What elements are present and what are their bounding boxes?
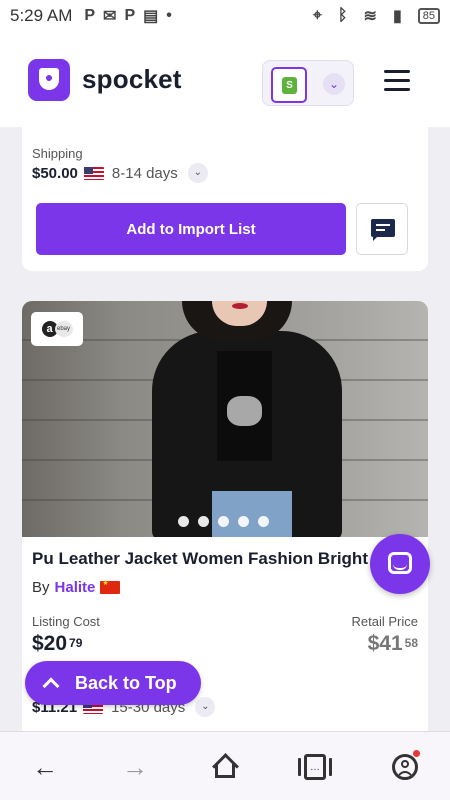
marketplace-badge: a ebay [31,312,83,346]
signal-icon: ▮ [392,8,402,25]
chat-support-button[interactable] [370,534,430,594]
app-header: spocket S ⌄ [0,32,450,127]
retail-price: $41 58 [367,632,418,655]
shipping-label: Shipping [32,146,83,161]
us-flag-icon [83,166,104,180]
dot-icon: • [166,7,172,24]
browser-bottom-nav: ← → … [0,731,450,800]
carousel-dot[interactable] [178,516,189,527]
messenger-icon: ✉ [103,8,117,25]
chevron-up-icon [42,677,60,695]
listing-price: $20 79 [32,632,83,655]
forward-arrow-icon[interactable]: → [121,754,149,780]
hamburger-icon[interactable] [384,70,410,92]
notification-dot [413,750,420,757]
product-shipping-chevron-down-icon[interactable]: ⌄ [195,697,216,717]
retail-price-label: Retail Price [351,614,418,629]
clock: 5:29 AM [10,6,73,25]
shopify-icon: S [282,77,297,94]
carousel-dot[interactable] [238,516,249,527]
add-to-import-list-button[interactable]: Add to Import List [36,203,346,255]
seller-link[interactable]: Halite [55,579,96,596]
shipping-days: 8-14 days [111,164,178,182]
wifi-icon: ≋ [363,8,377,25]
back-to-top-label: Back to Top [75,672,177,693]
shipping-chevron-down-icon[interactable]: ⌄ [187,163,208,183]
home-icon[interactable] [211,754,239,780]
store-platform-box[interactable]: S [271,67,307,103]
carousel-dot[interactable] [198,516,209,527]
carousel-dot[interactable] [258,516,269,527]
battery-icon: 85 [417,8,440,24]
listing-cost-label: Listing Cost [32,614,100,629]
message-icon [371,219,395,237]
status-bar: 5:29 AM P ✉ P ▤ • ⌖ ᛒ ≋ ▮ 85 [0,0,450,32]
location-icon: ⌖ [312,7,322,24]
parking-icon: P [124,7,136,24]
image-carousel-dots[interactable] [178,516,269,527]
tabs-icon[interactable]: … [298,754,332,780]
carousel-dot[interactable] [218,516,229,527]
seller-row: By Halite [32,579,121,596]
back-to-top-button[interactable]: Back to Top [25,661,201,705]
message-supplier-button[interactable] [356,203,408,255]
logo-text[interactable]: spocket [82,64,182,95]
profile-icon[interactable] [391,750,420,780]
ebay-icon: ebay [54,321,73,337]
news-icon: ▤ [143,8,159,25]
by-prefix: By [32,579,50,596]
product-image[interactable]: a ebay [22,301,428,537]
back-arrow-icon[interactable]: ← [31,754,59,780]
shipping-price: $50.00 [32,164,78,182]
product-title[interactable]: Pu Leather Jacket Women Fashion Bright [32,549,368,569]
parking-icon: P [84,7,96,24]
chevron-down-icon[interactable]: ⌄ [323,73,345,95]
china-flag-icon [100,579,121,594]
spocket-logo-icon[interactable] [28,58,70,101]
shipping-row: $50.00 8-14 days ⌄ [32,163,208,183]
chat-icon [388,552,412,574]
product-card-previous: Shipping $50.00 8-14 days ⌄ Add to Impor… [22,127,428,271]
bluetooth-icon: ᛒ [337,7,348,24]
store-selector[interactable]: S ⌄ [262,60,354,106]
